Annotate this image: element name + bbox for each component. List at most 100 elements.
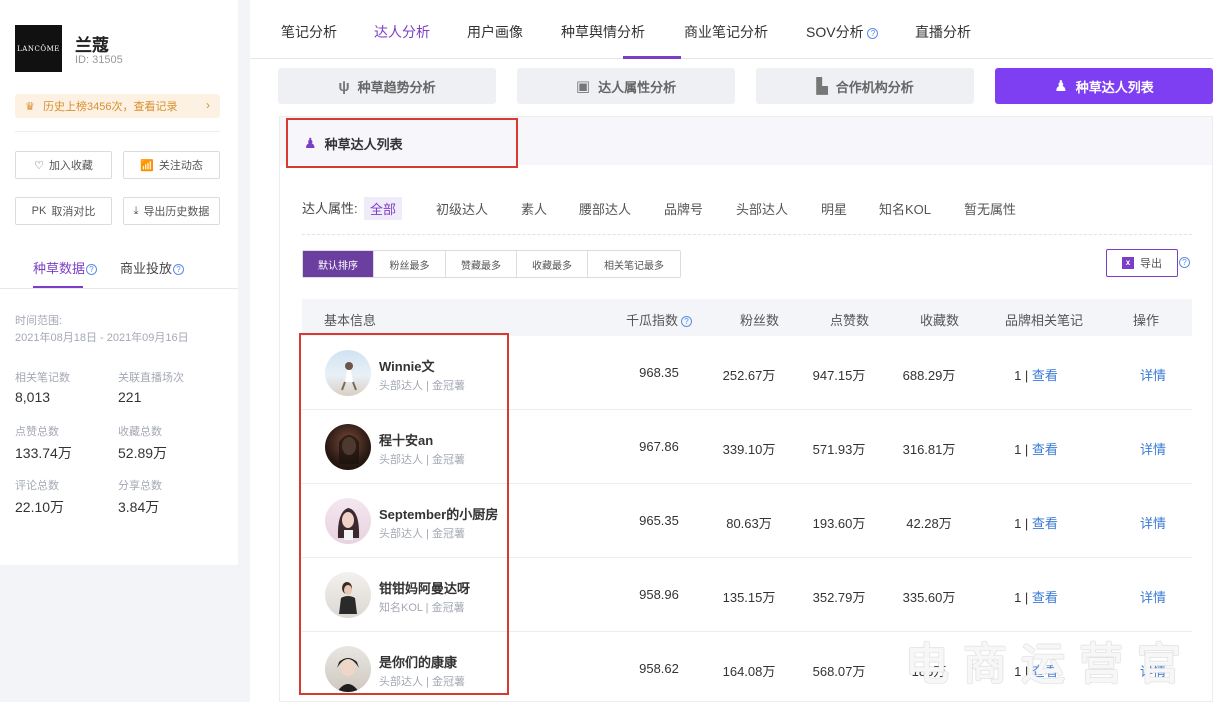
cell-collects: 335.60万: [902, 590, 956, 605]
sprout-icon: ψ: [338, 77, 350, 95]
view-link[interactable]: 查看: [1032, 442, 1058, 457]
subtab-agency-analysis[interactable]: ▙ 合作机构分析: [756, 68, 974, 104]
tab-commercial[interactable]: 商业投放?: [120, 258, 185, 277]
card-title-text: 种草达人列表: [324, 136, 403, 152]
cell-fans: 252.67万: [722, 368, 776, 383]
nav-sov-analysis[interactable]: SOV分析 ?: [806, 22, 879, 42]
detail-link[interactable]: 详情: [1113, 587, 1193, 606]
sort-most-notes[interactable]: 相关笔记最多: [588, 251, 680, 277]
help-icon[interactable]: ?: [1179, 257, 1190, 268]
table-row: September的小厨房 头部达人 | 金冠薯 965.35 80.63万 1…: [302, 484, 1192, 558]
nav-influencer-analysis[interactable]: 达人分析: [374, 22, 430, 42]
detail-link[interactable]: 详情: [1113, 365, 1193, 384]
col-qiangua-index: 千瓜指数?: [626, 310, 693, 329]
col-likes: 点赞数: [830, 313, 870, 328]
brand-name: 兰蔻: [75, 36, 109, 55]
influencer-tag: 头部达人 | 金冠薯: [379, 676, 465, 688]
influencer-name[interactable]: September的小厨房: [379, 504, 498, 523]
building-icon: ▙: [816, 78, 828, 95]
filter-amateur[interactable]: 素人: [515, 197, 553, 220]
avatar[interactable]: [325, 498, 371, 544]
cell-brand-notes: 1 | 查看: [996, 513, 1076, 532]
tab-grass-data[interactable]: 种草数据?: [33, 258, 98, 277]
subtab-influencer-list[interactable]: ♟ 种草达人列表: [995, 68, 1213, 104]
sort-most-collects[interactable]: 收藏最多: [517, 251, 588, 277]
avatar[interactable]: [325, 350, 371, 396]
stat-label: 关联直播场次: [118, 372, 184, 384]
stat-value: 3.84万: [118, 499, 160, 515]
help-icon[interactable]: ?: [86, 264, 98, 275]
card-header: ♟ 种草达人列表: [280, 117, 1212, 168]
avatar[interactable]: [325, 572, 371, 618]
filter-junior[interactable]: 初级达人: [430, 197, 494, 220]
follow-updates-button[interactable]: 📶 关注动态: [123, 151, 220, 179]
table-row: Winnie文 头部达人 | 金冠薯 968.35 252.67万 947.15…: [302, 336, 1192, 410]
left-panel: LANCÔME 兰蔻 ID: 31505 ♛ 历史上榜3456次，查看记录 › …: [0, 0, 238, 565]
cell-collects: 688.29万: [902, 368, 956, 383]
left-tabs: 种草数据? 商业投放?: [0, 252, 238, 289]
top-nav: 笔记分析 达人分析 用户画像 种草舆情分析 商业笔记分析 SOV分析 ? 直播分…: [250, 0, 1213, 59]
filter-mid-tier[interactable]: 腰部达人: [573, 197, 637, 220]
col-basic-info: 基本信息: [324, 313, 377, 328]
export-history-button[interactable]: ⤓ 导出历史数据: [123, 197, 220, 225]
help-icon[interactable]: ?: [867, 28, 879, 39]
cell-index: 965.35: [639, 513, 679, 528]
avatar[interactable]: [325, 424, 371, 470]
influencer-name[interactable]: 是你们的康康: [379, 652, 457, 671]
help-icon[interactable]: ?: [173, 264, 185, 275]
card-title: ♟ 种草达人列表: [286, 118, 518, 168]
help-icon[interactable]: ?: [681, 316, 693, 327]
influencer-name[interactable]: 程十安an: [379, 430, 433, 449]
sort-bar: 默认排序 粉丝最多 赞藏最多 收藏最多 相关笔记最多: [302, 250, 681, 278]
view-link[interactable]: 查看: [1032, 590, 1058, 605]
avatar[interactable]: [325, 646, 371, 692]
add-favorite-button[interactable]: ♡ 加入收藏: [15, 151, 112, 179]
stat-label: 评论总数: [15, 480, 59, 492]
detail-link[interactable]: 详情: [1113, 439, 1193, 458]
nav-user-profile[interactable]: 用户画像: [467, 22, 523, 42]
filter-all[interactable]: 全部: [364, 197, 403, 220]
nav-commercial-notes[interactable]: 商业笔记分析: [684, 22, 768, 42]
influencer-name[interactable]: Winnie文: [379, 356, 435, 375]
nav-sov-label: SOV分析: [806, 24, 864, 40]
notes-count: 1 |: [1014, 516, 1029, 531]
cell-collects: 316.81万: [902, 442, 956, 457]
sort-default[interactable]: 默认排序: [303, 251, 374, 277]
influencer-tag: 头部达人 | 金冠薯: [379, 380, 465, 392]
detail-link[interactable]: 详情: [1113, 513, 1193, 532]
nav-sentiment-analysis[interactable]: 种草舆情分析: [561, 22, 645, 42]
view-link[interactable]: 查看: [1032, 368, 1058, 383]
influencer-list-card: ♟ 种草达人列表 达人属性: 全部 初级达人 素人 腰部达人 品牌号 头部达人 …: [279, 116, 1213, 702]
time-range-label: 时间范围:: [15, 315, 63, 327]
subtab-trend-analysis[interactable]: ψ 种草趋势分析: [278, 68, 496, 104]
filter-brand-account[interactable]: 品牌号: [658, 197, 709, 220]
filter-kol[interactable]: 知名KOL: [873, 197, 937, 220]
sort-most-fans[interactable]: 粉丝最多: [374, 251, 446, 277]
avatar-image: [339, 435, 359, 464]
excel-icon: x: [1122, 257, 1134, 269]
filter-label: 达人属性:: [302, 201, 358, 216]
cell-likes: 193.60万: [812, 516, 866, 531]
sort-most-likes[interactable]: 赞藏最多: [446, 251, 517, 277]
history-ranking-link[interactable]: ♛ 历史上榜3456次，查看记录 ›: [15, 94, 220, 118]
view-link[interactable]: 查看: [1032, 516, 1058, 531]
cancel-compare-button[interactable]: PK 取消对比: [15, 197, 112, 225]
filter-none[interactable]: 暂无属性: [958, 197, 1022, 220]
influencer-name[interactable]: 钳钳妈阿曼达呀: [379, 578, 470, 597]
filter-celebrity[interactable]: 明星: [815, 197, 853, 220]
chevron-right-icon: ›: [206, 98, 210, 112]
notes-count: 1 |: [1014, 442, 1029, 457]
col-brand-notes: 品牌相关笔记: [1005, 313, 1084, 328]
nav-live-analysis[interactable]: 直播分析: [915, 22, 971, 42]
notes-count: 1 |: [1014, 590, 1029, 605]
cell-index: 958.62: [639, 661, 679, 676]
time-range-value: 2021年08月18日 - 2021年09月16日: [15, 332, 189, 344]
nav-notes-analysis[interactable]: 笔记分析: [281, 22, 337, 42]
export-button[interactable]: x 导出: [1106, 249, 1178, 277]
cell-fans: 339.10万: [722, 442, 776, 457]
subtab-attribute-label: 达人属性分析: [598, 79, 677, 95]
cell-likes: 571.93万: [812, 442, 866, 457]
filter-top-tier[interactable]: 头部达人: [730, 197, 794, 220]
subtab-attribute-analysis[interactable]: ▣ 达人属性分析: [517, 68, 735, 104]
brand-header: LANCÔME 兰蔻 ID: 31505: [15, 25, 225, 75]
